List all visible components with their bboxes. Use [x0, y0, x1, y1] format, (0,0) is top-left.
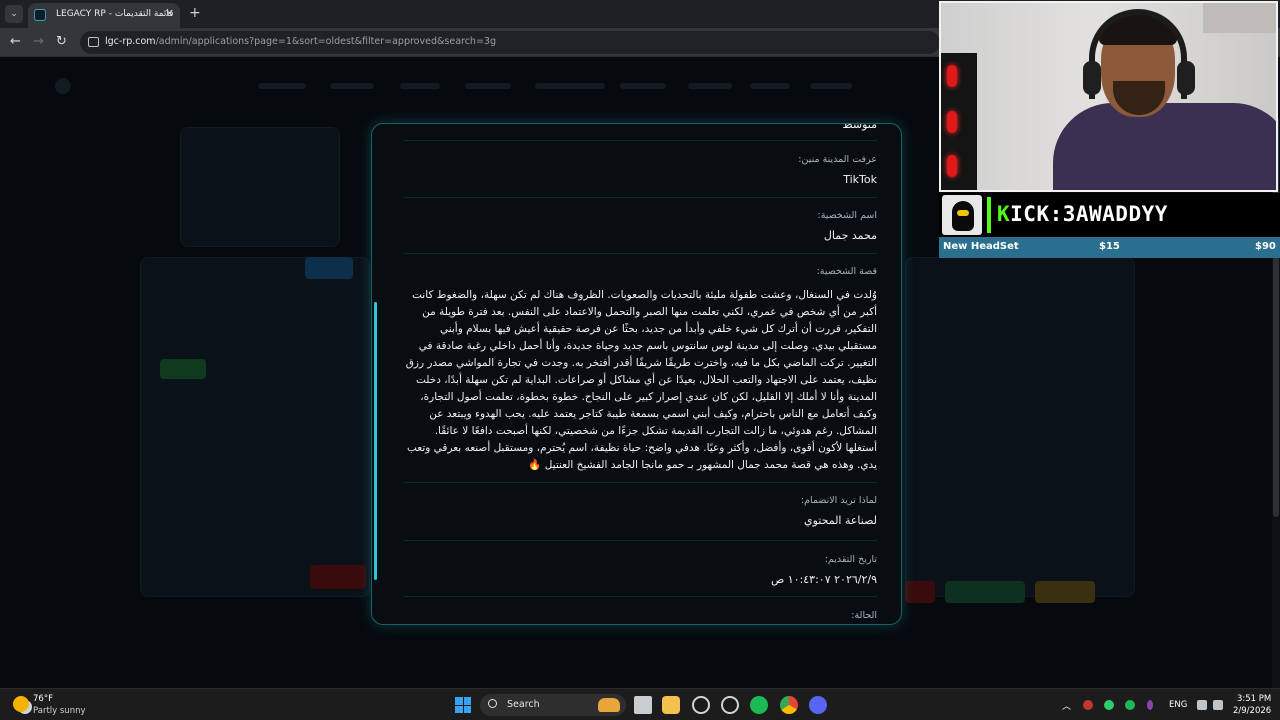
- tab-close-icon[interactable]: ✕: [165, 7, 174, 20]
- field-label: قصة الشخصية:: [816, 266, 877, 277]
- field-label: تاريخ التقديم:: [824, 554, 877, 565]
- show-hidden-icons-chevron-icon[interactable]: ︿: [1062, 699, 1071, 712]
- microphone-icon[interactable]: [1147, 700, 1153, 710]
- kick-channel-banner: KICK:3AWADDYY: [939, 193, 1280, 237]
- field-divider: [404, 596, 877, 597]
- forward-button[interactable]: →: [33, 35, 44, 49]
- address-bar[interactable]: lgc-rp.com/admin/applications?page=1&sor…: [80, 31, 940, 54]
- url-host: lgc-rp.com: [105, 36, 156, 47]
- headset-icon: [1089, 9, 1187, 99]
- field-value: محمد جمال: [823, 229, 877, 242]
- wifi-icon[interactable]: [1197, 700, 1207, 710]
- field-status: الحالة:: [404, 610, 877, 621]
- task-view-icon[interactable]: [634, 696, 652, 714]
- taskbar-search[interactable]: Search: [480, 694, 626, 716]
- webcam-overlay: [939, 1, 1278, 192]
- field-divider: [404, 253, 877, 254]
- weather-sun-icon[interactable]: [13, 696, 29, 712]
- application-details-modal: متوسط عرفت المدينة منين: TikTok اسم الشخ…: [371, 123, 902, 625]
- modal-scrollbar[interactable]: [374, 302, 377, 580]
- field-divider: [404, 140, 877, 141]
- new-tab-button[interactable]: +: [189, 5, 201, 21]
- back-button[interactable]: ←: [10, 35, 21, 49]
- clock-time[interactable]: 3:51 PM: [1237, 694, 1271, 704]
- field-join-reason: لماذا تريد الانضمام: لصناعة المحتوي: [404, 495, 877, 527]
- file-explorer-icon[interactable]: [662, 696, 680, 714]
- field-value: لصناعة المحتوي: [804, 514, 877, 527]
- weather-description[interactable]: Partly sunny: [33, 706, 86, 716]
- field-label: عرفت المدينة منين:: [798, 154, 877, 165]
- weather-temperature[interactable]: 76°F: [33, 694, 53, 704]
- pc-case-icon: [941, 53, 977, 190]
- field-city-source: عرفت المدينة منين: TikTok: [404, 154, 877, 186]
- goal-current: $15: [1099, 241, 1120, 252]
- field-label: الحالة:: [851, 610, 877, 621]
- field-submission-date: تاريخ التقديم: ٢٠٢٦/٢/٩ ١٠:٤٣:٠٧ ص: [404, 554, 877, 586]
- field-divider: [404, 197, 877, 198]
- background-card: [180, 127, 340, 247]
- start-menu-icon[interactable]: [455, 697, 471, 713]
- volume-icon[interactable]: [1213, 700, 1223, 710]
- goal-name: New HeadSet: [943, 241, 1019, 252]
- donation-goal-bar: New HeadSet $15 $90: [939, 237, 1280, 258]
- windows-taskbar: 76°F Partly sunny Search ︿ ENG 3:51 PM 2…: [0, 688, 1280, 720]
- field-value: ٢٠٢٦/٢/٩ ١٠:٤٣:٠٧ ص: [770, 573, 877, 586]
- field-partial: متوسط: [404, 123, 877, 131]
- field-character-story: قصة الشخصية: وُلدت في السنغال، وعشت طفول…: [404, 266, 877, 474]
- steam-icon[interactable]: [721, 696, 739, 714]
- site-info-icon[interactable]: [88, 37, 99, 47]
- xbox-icon[interactable]: [692, 696, 710, 714]
- field-character-name: اسم الشخصية: محمد جمال: [404, 210, 877, 242]
- goal-target: $90: [1255, 241, 1276, 252]
- spotify-tray-icon[interactable]: [1125, 700, 1135, 710]
- tray-app-icon[interactable]: [1104, 700, 1114, 710]
- field-value: TikTok: [843, 173, 877, 186]
- reload-button[interactable]: ↻: [56, 35, 67, 49]
- spotify-icon[interactable]: [750, 696, 768, 714]
- kick-channel-name: KICK:3AWADDYY: [997, 202, 1168, 226]
- channel-avatar: [942, 195, 982, 235]
- field-divider: [404, 540, 877, 541]
- chrome-icon[interactable]: [780, 696, 798, 714]
- url-path: /admin/applications?page=1&sort=oldest&f…: [155, 36, 496, 47]
- url-text[interactable]: lgc-rp.com/admin/applications?page=1&sor…: [105, 36, 496, 47]
- tray-app-icon[interactable]: [1083, 700, 1093, 710]
- field-divider: [404, 482, 877, 483]
- field-value: متوسط: [842, 123, 877, 131]
- language-indicator[interactable]: ENG: [1169, 700, 1187, 710]
- field-label: لماذا تريد الانضمام:: [800, 495, 877, 506]
- clock-date[interactable]: 2/9/2026: [1233, 706, 1271, 716]
- search-label: Search: [507, 699, 540, 710]
- browser-tab[interactable]: LEGACY RP - قائمة التقديمات ✕: [28, 3, 180, 28]
- site-favicon-icon: [34, 9, 46, 21]
- character-story-text: وُلدت في السنغال، وعشت طفولة مليئة بالتح…: [405, 289, 877, 471]
- tab-search-menu-button[interactable]: ⌄: [5, 5, 23, 23]
- discord-icon[interactable]: [809, 696, 827, 714]
- background-panel: [140, 257, 370, 597]
- search-icon: [488, 699, 497, 708]
- search-highlight-icon: [598, 698, 620, 712]
- field-label: اسم الشخصية:: [817, 210, 877, 221]
- background-panel: [905, 257, 1135, 597]
